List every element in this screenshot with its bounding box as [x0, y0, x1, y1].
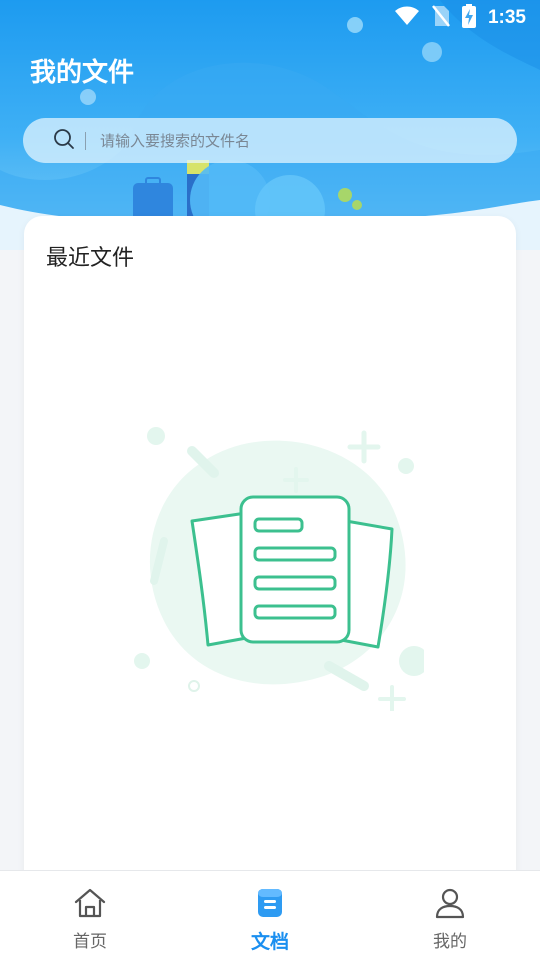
- bottom-tab-bar: 首页 文档 我的: [0, 870, 540, 960]
- tab-home-label: 首页: [73, 932, 107, 952]
- battery-charging-icon: [461, 4, 476, 32]
- home-icon: [74, 887, 106, 923]
- search-divider: [85, 131, 86, 150]
- wifi-icon: [394, 6, 420, 30]
- tab-documents-label: 文档: [250, 931, 289, 953]
- search-placeholder: 请输入要搜索的文件名: [100, 132, 251, 150]
- status-bar: 1:35: [0, 0, 540, 36]
- tab-home[interactable]: 首页: [0, 871, 180, 960]
- header-banner: 1:35 我的文件 请输入要搜索的文件名: [0, 0, 540, 250]
- tab-mine[interactable]: 我的: [360, 871, 540, 960]
- recent-files-title: 最近文件: [46, 246, 135, 271]
- search-input[interactable]: 请输入要搜索的文件名: [23, 118, 517, 163]
- tab-mine-label: 我的: [433, 932, 467, 952]
- recent-files-card: 最近文件: [24, 216, 516, 896]
- search-icon: [53, 128, 75, 154]
- user-icon: [434, 887, 466, 923]
- empty-files-illustration: [124, 421, 429, 715]
- tab-documents[interactable]: 文档: [180, 871, 360, 960]
- page-title: 我的文件: [30, 58, 135, 88]
- document-icon: [254, 887, 286, 923]
- no-sim-icon: [431, 5, 450, 31]
- status-time: 1:35: [487, 7, 526, 28]
